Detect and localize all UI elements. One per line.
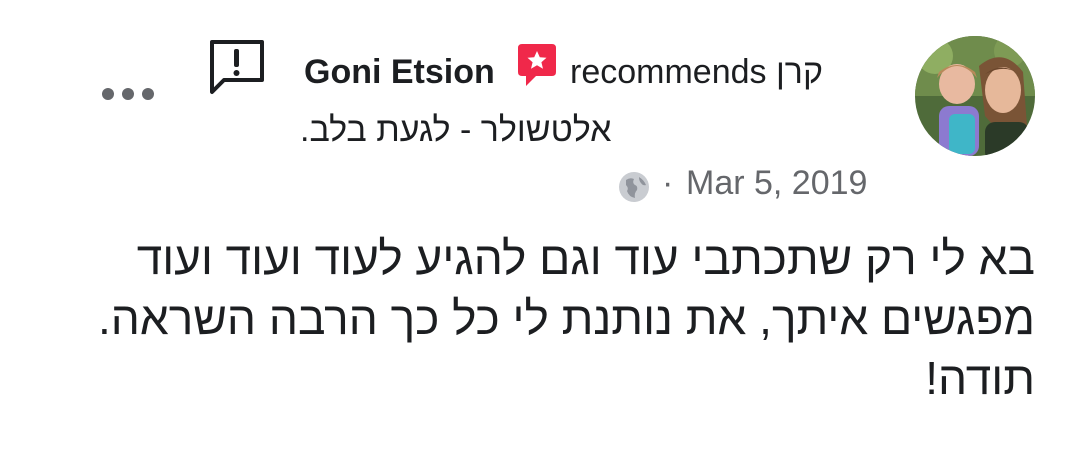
globe-icon	[618, 167, 650, 202]
feedback-exclamation-icon[interactable]	[204, 36, 268, 100]
recommend-star-bubble-icon	[514, 42, 560, 92]
more-dots-icon[interactable]	[100, 84, 156, 104]
recommends-text[interactable]: recommends קרן	[570, 42, 823, 102]
author-name[interactable]: Goni Etsion	[304, 42, 495, 102]
post-body: בא לי רק שתכתבי עוד וגם להגיע לעוד ועוד …	[97, 232, 1035, 404]
author-avatar[interactable]	[915, 36, 1035, 156]
post-header: Goni Etsion recommends קרן	[300, 42, 900, 102]
recommended-page-name[interactable]: אלטשולר - לגעת בלב.	[300, 104, 680, 156]
meta-separator: ·	[662, 164, 674, 202]
recommendation-post: Goni Etsion recommends קרן אלטשולר - לגע…	[0, 0, 1080, 476]
post-date[interactable]: Mar 5, 2019	[686, 158, 867, 208]
